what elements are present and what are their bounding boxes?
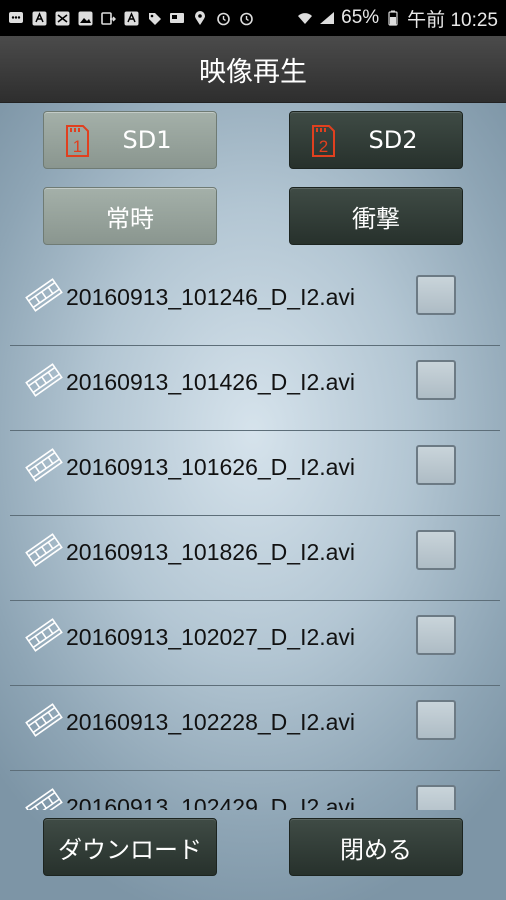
sd1-button[interactable]: 1 SD1 xyxy=(43,111,217,169)
tag-icon xyxy=(146,10,162,26)
file-name[interactable]: 20160913_102027_D_I2.avi xyxy=(66,624,355,651)
download-button[interactable]: ダウンロード xyxy=(43,818,217,876)
sd2-label: SD2 xyxy=(368,126,418,154)
sd-card-2-icon: 2 xyxy=(312,125,335,157)
file-checkbox[interactable] xyxy=(416,275,456,315)
status-right: 65% 午前 10:25 xyxy=(297,5,498,32)
mail-icon xyxy=(54,10,70,26)
status-bar: 65% 午前 10:25 xyxy=(0,0,506,36)
film-icon xyxy=(24,786,64,810)
film-icon xyxy=(24,361,64,403)
message-icon xyxy=(8,10,24,26)
close-button[interactable]: 閉める xyxy=(289,818,463,876)
news-icon xyxy=(169,10,185,26)
film-icon xyxy=(24,701,64,743)
mode-normal-button[interactable]: 常時 xyxy=(43,187,217,245)
file-list[interactable]: 20160913_101246_D_I2.avi 20160913_101426… xyxy=(0,260,506,810)
file-name[interactable]: 20160913_101826_D_I2.avi xyxy=(66,539,355,566)
file-name[interactable]: 20160913_101246_D_I2.avi xyxy=(66,284,355,311)
sd2-button[interactable]: 2 SD2 xyxy=(289,111,463,169)
file-name[interactable]: 20160913_101426_D_I2.avi xyxy=(66,369,355,396)
mode-normal-label: 常時 xyxy=(106,204,154,233)
gallery-icon xyxy=(77,10,93,26)
list-item[interactable]: 20160913_101246_D_I2.avi xyxy=(0,260,506,345)
sd-card-1-icon: 1 xyxy=(66,125,89,157)
pdf-icon-2 xyxy=(123,10,139,26)
battery-icon xyxy=(385,10,401,26)
download-label: ダウンロード xyxy=(58,835,202,864)
file-checkbox[interactable] xyxy=(416,360,456,400)
file-name[interactable]: 20160913_101626_D_I2.avi xyxy=(66,454,355,481)
file-checkbox[interactable] xyxy=(416,445,456,485)
file-checkbox[interactable] xyxy=(416,785,456,810)
clock: 午前 10:25 xyxy=(407,9,498,31)
signal-icon xyxy=(319,10,335,26)
file-checkbox[interactable] xyxy=(416,700,456,740)
close-label: 閉める xyxy=(340,835,412,864)
file-checkbox[interactable] xyxy=(416,615,456,655)
wifi-icon xyxy=(297,10,313,26)
sd-card-2-number: 2 xyxy=(319,137,328,156)
mode-impact-button[interactable]: 衝撃 xyxy=(289,187,463,245)
location-icon xyxy=(192,10,208,26)
title-bar: 映像再生 xyxy=(0,36,506,103)
list-item[interactable]: 20160913_101426_D_I2.avi xyxy=(0,345,506,430)
film-icon xyxy=(24,531,64,573)
list-item[interactable]: 20160913_102228_D_I2.avi xyxy=(0,685,506,770)
film-icon xyxy=(24,446,64,488)
sd-card-1-number: 1 xyxy=(73,137,82,156)
page-title: 映像再生 xyxy=(199,56,307,88)
list-item[interactable]: 20160913_102027_D_I2.avi xyxy=(0,600,506,685)
screen-share-icon xyxy=(100,10,116,26)
notification-icons xyxy=(8,10,254,26)
list-item[interactable]: 20160913_102429_D_I2.avi xyxy=(0,770,506,810)
list-item[interactable]: 20160913_101826_D_I2.avi xyxy=(0,515,506,600)
list-item[interactable]: 20160913_101626_D_I2.avi xyxy=(0,430,506,515)
battery-percent: 65% xyxy=(341,7,380,28)
mode-impact-label: 衝撃 xyxy=(352,204,400,233)
sd1-label: SD1 xyxy=(122,126,172,154)
alarm-icon-2 xyxy=(238,10,254,26)
file-name[interactable]: 20160913_102429_D_I2.avi xyxy=(66,794,355,810)
alarm-icon xyxy=(215,10,231,26)
pdf-icon xyxy=(31,10,47,26)
file-name[interactable]: 20160913_102228_D_I2.avi xyxy=(66,709,355,736)
file-checkbox[interactable] xyxy=(416,530,456,570)
film-icon xyxy=(24,616,64,658)
film-icon xyxy=(24,276,64,318)
